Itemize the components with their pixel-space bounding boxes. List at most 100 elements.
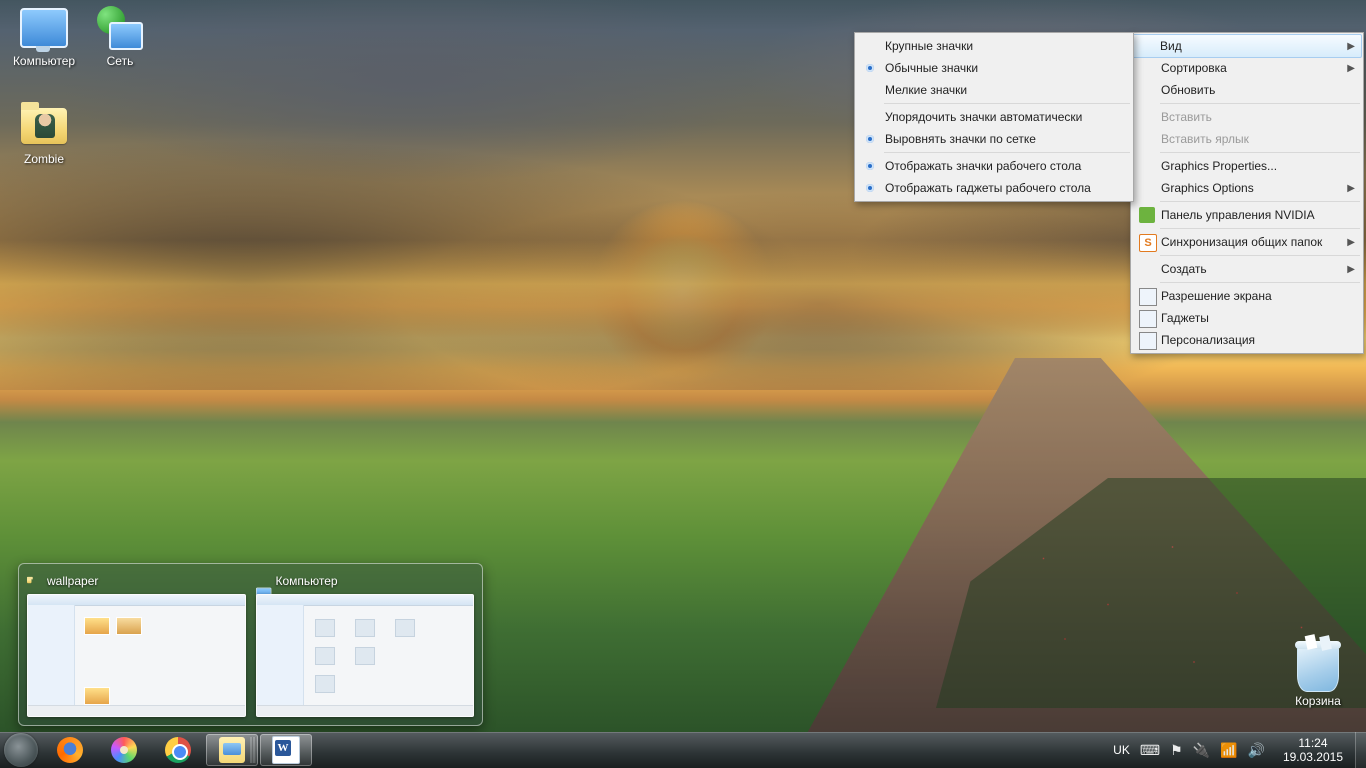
submenu-arrow-icon: ▶ (1347, 237, 1355, 248)
submenu-arrow-icon: ▶ (1347, 41, 1355, 52)
desktop-icon-network[interactable]: Сеть (82, 4, 158, 68)
menu-label: Отображать гаджеты рабочего стола (885, 181, 1091, 195)
submenu-item-show-desktop-icons[interactable]: Отображать значки рабочего стола (857, 155, 1131, 177)
desktop-icon-computer[interactable]: Компьютер (6, 4, 82, 68)
menu-label: Обновить (1161, 83, 1215, 97)
menu-label: Вставить ярлык (1161, 132, 1249, 146)
submenu-item-align-to-grid[interactable]: Выровнять значки по сетке (857, 128, 1131, 150)
view-submenu: Крупные значки Обычные значки Мелкие зна… (854, 32, 1134, 202)
menu-item-sync-shared[interactable]: S Синхронизация общих папок ▶ (1133, 231, 1361, 253)
menu-separator (1160, 152, 1360, 153)
menu-item-gfx-properties[interactable]: Graphics Properties... (1133, 155, 1361, 177)
tray-clock[interactable]: 11:24 19.03.2015 (1275, 736, 1351, 764)
menu-separator (1160, 255, 1360, 256)
menu-label: Выровнять значки по сетке (885, 132, 1036, 146)
menu-label: Обычные значки (885, 61, 978, 75)
taskbar-button-firefox[interactable] (44, 734, 96, 766)
taskbar-button-chrome[interactable] (152, 734, 204, 766)
keyboard-icon[interactable]: ⌨ (1140, 742, 1160, 759)
system-tray: UK ⌨ ⚑ 🔌 📶 🔊 11:24 19.03.2015 (1103, 736, 1355, 764)
tray-time: 11:24 (1283, 736, 1343, 750)
submenu-item-large-icons[interactable]: Крупные значки (857, 35, 1131, 57)
monitor-small-icon (1139, 288, 1157, 306)
submenu-arrow-icon: ▶ (1347, 183, 1355, 194)
menu-label: Персонализация (1161, 333, 1255, 347)
menu-label: Сортировка (1161, 61, 1227, 75)
menu-item-personalize[interactable]: Персонализация (1133, 329, 1361, 351)
preview-thumb-wallpaper[interactable]: wallpaper (27, 572, 246, 717)
submenu-item-medium-icons[interactable]: Обычные значки (857, 57, 1131, 79)
menu-separator (1160, 103, 1360, 104)
action-center-icon[interactable]: ⚑ (1170, 742, 1183, 759)
paint-icon (111, 737, 137, 763)
radio-bullet-icon (866, 64, 874, 72)
menu-item-nvidia[interactable]: Панель управления NVIDIA (1133, 204, 1361, 226)
wifi-icon[interactable]: 📶 (1220, 742, 1237, 759)
desktop-icon-label: Компьютер (6, 54, 82, 68)
check-bullet-icon (866, 135, 874, 143)
menu-item-create[interactable]: Создать ▶ (1133, 258, 1361, 280)
submenu-item-auto-arrange[interactable]: Упорядочить значки автоматически (857, 106, 1131, 128)
menu-separator (1160, 282, 1360, 283)
menu-separator (884, 103, 1130, 104)
word-icon (272, 736, 300, 764)
taskbar-button-paint[interactable] (98, 734, 150, 766)
menu-item-screen-resolution[interactable]: Разрешение экрана (1133, 285, 1361, 307)
menu-item-refresh[interactable]: Обновить (1133, 79, 1361, 101)
menu-separator (1160, 201, 1360, 202)
desktop-icon-zombie[interactable]: Zombie (6, 102, 82, 166)
menu-separator (884, 152, 1130, 153)
menu-label: Отображать значки рабочего стола (885, 159, 1081, 173)
language-indicator[interactable]: UK (1113, 743, 1130, 757)
preview-window (256, 594, 475, 717)
desktop-icon-label: Сеть (82, 54, 158, 68)
menu-label: Мелкие значки (885, 83, 967, 97)
submenu-item-show-gadgets[interactable]: Отображать гаджеты рабочего стола (857, 177, 1131, 199)
menu-item-paste: Вставить (1133, 106, 1361, 128)
menu-label: Вставить (1161, 110, 1212, 124)
folder-icon (20, 102, 68, 150)
personalize-small-icon (1139, 332, 1157, 350)
taskbar-button-explorer[interactable] (206, 734, 258, 766)
menu-label: Graphics Options (1161, 181, 1254, 195)
desktop-context-menu: Вид▶ Сортировка ▶ Обновить Вставить Встав… (1130, 32, 1364, 354)
show-desktop-button[interactable] (1355, 732, 1366, 768)
folder-icon (27, 579, 31, 583)
taskbar-preview-panel: wallpaper Компьютер (18, 563, 483, 726)
gadgets-small-icon (1139, 310, 1157, 328)
computer-icon (256, 574, 270, 588)
computer-icon (20, 4, 68, 52)
desktop-icon-label: Корзина (1280, 694, 1356, 708)
preview-thumb-computer[interactable]: Компьютер (256, 572, 475, 717)
menu-item-view[interactable]: Вид▶ (1132, 34, 1362, 58)
check-bullet-icon (866, 184, 874, 192)
preview-window (27, 594, 246, 717)
desktop-icon-trash[interactable]: Корзина (1280, 644, 1356, 708)
submenu-arrow-icon: ▶ (1347, 264, 1355, 275)
chrome-icon (165, 737, 191, 763)
menu-item-gadgets[interactable]: Гаджеты (1133, 307, 1361, 329)
desktop-icon-label: Zombie (6, 152, 82, 166)
menu-item-gfx-options[interactable]: Graphics Options ▶ (1133, 177, 1361, 199)
power-icon[interactable]: 🔌 (1193, 742, 1210, 759)
menu-label: Панель управления NVIDIA (1161, 208, 1315, 222)
submenu-arrow-icon: ▶ (1347, 63, 1355, 74)
menu-label: Синхронизация общих папок (1161, 235, 1322, 249)
taskbar-button-word[interactable] (260, 734, 312, 766)
menu-label: Гаджеты (1161, 311, 1209, 325)
preview-title: wallpaper (47, 574, 98, 588)
taskbar: UK ⌨ ⚑ 🔌 📶 🔊 11:24 19.03.2015 (0, 732, 1366, 768)
tray-date: 19.03.2015 (1283, 750, 1343, 764)
nvidia-icon (1139, 207, 1155, 223)
menu-label: Крупные значки (885, 39, 973, 53)
network-icon (96, 4, 144, 52)
submenu-item-small-icons[interactable]: Мелкие значки (857, 79, 1131, 101)
menu-label: Создать (1161, 262, 1207, 276)
trash-icon (1294, 644, 1342, 692)
desktop[interactable]: Компьютер Сеть Zombie Корзина Вид▶ Сорти… (0, 0, 1366, 768)
start-button[interactable] (4, 733, 38, 767)
volume-icon[interactable]: 🔊 (1248, 742, 1265, 759)
menu-item-sort[interactable]: Сортировка ▶ (1133, 57, 1361, 79)
menu-separator (1160, 228, 1360, 229)
sync-icon: S (1139, 234, 1157, 252)
